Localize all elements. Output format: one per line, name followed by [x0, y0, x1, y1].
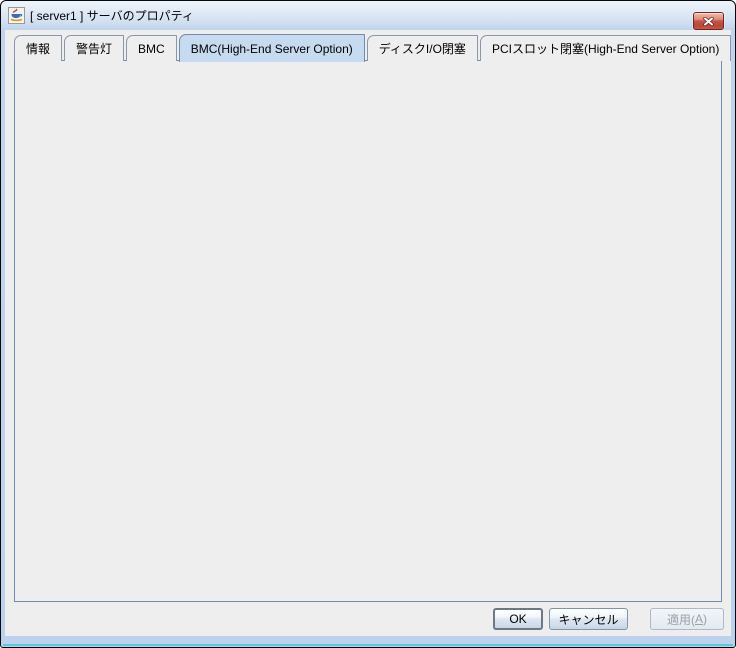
close-button[interactable]	[693, 12, 724, 30]
cancel-button[interactable]: キャンセル	[549, 608, 628, 630]
ok-button[interactable]: OK	[493, 608, 543, 630]
tab-bar: 情報 警告灯 BMC BMC(High-End Server Option) デ…	[14, 34, 733, 61]
titlebar[interactable]: [ server1 ] サーバのプロパティ	[1, 1, 735, 30]
tab-disk-io-blockage[interactable]: ディスクI/O閉塞	[367, 35, 478, 61]
tab-info[interactable]: 情報	[14, 35, 62, 61]
java-coffee-cup-icon	[8, 7, 25, 24]
tab-pci-slot-blockage[interactable]: PCIスロット閉塞(High-End Server Option)	[480, 35, 731, 61]
close-icon	[703, 17, 714, 26]
tab-bmc[interactable]: BMC	[126, 35, 177, 61]
tab-warning-light[interactable]: 警告灯	[64, 35, 124, 61]
dialog-client-area: 情報 警告灯 BMC BMC(High-End Server Option) デ…	[5, 30, 731, 636]
server-properties-dialog: [ server1 ] サーバのプロパティ 情報 警告灯 BMC BMC(Hig…	[0, 0, 736, 648]
window-title: [ server1 ] サーバのプロパティ	[30, 7, 194, 24]
tab-content-panel	[14, 60, 722, 602]
apply-button: 適用(A)	[650, 608, 724, 630]
tab-bmc-high-end-server-option[interactable]: BMC(High-End Server Option)	[179, 34, 365, 62]
